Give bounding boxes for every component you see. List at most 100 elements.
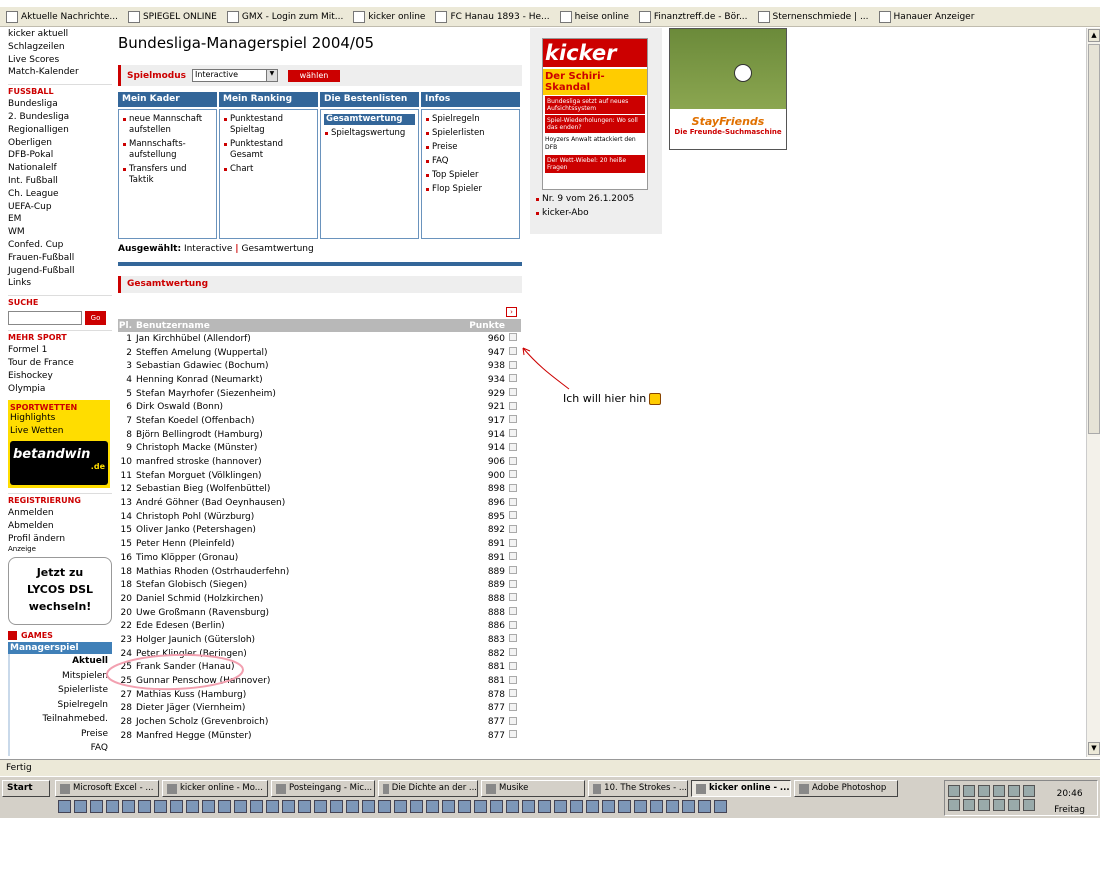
quick-launch-icon[interactable]: [106, 800, 119, 813]
lycos-dsl-ad[interactable]: Jetzt zu LYCOS DSL wechseln!: [8, 557, 112, 626]
team-view-icon[interactable]: [509, 579, 517, 588]
quick-launch-icon[interactable]: [426, 800, 439, 813]
fussball-nav-link[interactable]: Int. Fußball: [8, 175, 112, 188]
bookmark-item[interactable]: Hanauer Anzeiger: [878, 10, 974, 23]
team-view-icon[interactable]: [509, 566, 517, 575]
tray-icon[interactable]: [963, 799, 975, 811]
quick-launch-icon[interactable]: [90, 800, 103, 813]
menu-item[interactable]: Transfers und Taktik: [122, 164, 213, 186]
row-username[interactable]: Stefan Koedel (Offenbach): [136, 414, 469, 428]
team-view-icon[interactable]: [509, 607, 517, 616]
fussball-nav-link[interactable]: Nationalelf: [8, 162, 112, 175]
team-view-icon[interactable]: [509, 730, 517, 739]
team-view-icon[interactable]: [509, 593, 517, 602]
row-username[interactable]: André Göhner (Bad Oeynhausen): [136, 496, 469, 510]
sportwetten-live-link[interactable]: Live Wetten: [10, 425, 108, 438]
tray-icon[interactable]: [1008, 785, 1020, 797]
bookmark-item[interactable]: Aktuelle Nachrichte...: [6, 10, 118, 23]
row-username[interactable]: Jochen Scholz (Grevenbroich): [136, 715, 469, 729]
team-view-icon[interactable]: [509, 388, 517, 397]
team-view-icon[interactable]: [509, 360, 517, 369]
team-view-icon[interactable]: [509, 648, 517, 657]
row-username[interactable]: Stefan Mayrhofer (Siezenheim): [136, 387, 469, 401]
quick-launch-icon[interactable]: [634, 800, 647, 813]
row-username[interactable]: Mathias Kuss (Hamburg): [136, 688, 469, 702]
scroll-up-icon[interactable]: ▲: [1088, 29, 1100, 42]
row-username[interactable]: Peter Henn (Pleinfeld): [136, 537, 469, 551]
bookmark-item[interactable]: FC Hanau 1893 - He...: [435, 10, 550, 23]
tray-icon[interactable]: [978, 799, 990, 811]
team-view-icon[interactable]: [509, 429, 517, 438]
team-view-icon[interactable]: [509, 374, 517, 383]
quick-launch-icon[interactable]: [682, 800, 695, 813]
managerspiel-nav-item[interactable]: Teilnahmebed.: [8, 712, 112, 727]
quick-launch-icon[interactable]: [330, 800, 343, 813]
stayfriends-ad[interactable]: StayFriends Die Freunde-Suchmaschine: [669, 28, 787, 150]
quick-launch-icon[interactable]: [602, 800, 615, 813]
nav-link[interactable]: Match-Kalender: [8, 66, 112, 79]
team-view-icon[interactable]: [509, 347, 517, 356]
managerspiel-nav-item[interactable]: FAQ: [8, 741, 112, 756]
menu-item[interactable]: Punktestand Gesamt: [223, 139, 314, 161]
row-username[interactable]: Uwe Großmann (Ravensburg): [136, 606, 469, 620]
scroll-down-icon[interactable]: ▼: [1088, 742, 1100, 755]
team-view-icon[interactable]: [509, 675, 517, 684]
row-username[interactable]: Mathias Rhoden (Ostrhauderfehn): [136, 565, 469, 579]
team-view-icon[interactable]: [509, 716, 517, 725]
taskbar-button[interactable]: Die Dichte an der ...: [378, 780, 478, 797]
quick-launch-icon[interactable]: [266, 800, 279, 813]
team-view-icon[interactable]: [509, 442, 517, 451]
registrierung-nav-link[interactable]: Anmelden: [8, 507, 112, 520]
quick-launch-icon[interactable]: [138, 800, 151, 813]
bookmark-item[interactable]: SPIEGEL ONLINE: [127, 10, 217, 23]
quick-launch-icon[interactable]: [234, 800, 247, 813]
taskbar-button[interactable]: Posteingang - Mic...: [271, 780, 375, 797]
taskbar-button[interactable]: 10. The Strokes - ...: [588, 780, 688, 797]
row-username[interactable]: Dirk Oswald (Bonn): [136, 400, 469, 414]
fussball-nav-link[interactable]: 2. Bundesliga: [8, 111, 112, 124]
menu-column-heading[interactable]: Die Bestenlisten: [320, 92, 419, 107]
taskbar-button[interactable]: Microsoft Excel - ...: [55, 780, 159, 797]
team-view-icon[interactable]: [509, 401, 517, 410]
managerspiel-nav-item[interactable]: Spielregeln: [8, 697, 112, 713]
menu-item[interactable]: FAQ: [425, 156, 516, 167]
row-username[interactable]: Stefan Globisch (Siegen): [136, 578, 469, 592]
magazine-cover[interactable]: kicker Der Schiri-Skandal Bundesliga set…: [542, 38, 648, 190]
mehr-sport-nav-link[interactable]: Eishockey: [8, 370, 112, 383]
row-username[interactable]: Steffen Amelung (Wuppertal): [136, 346, 469, 360]
row-username[interactable]: Frank Sander (Hanau): [136, 661, 469, 675]
team-view-icon[interactable]: [509, 483, 517, 492]
nav-link[interactable]: Schlagzeilen: [8, 41, 112, 54]
registrierung-nav-link[interactable]: Profil ändern: [8, 533, 112, 546]
team-view-icon[interactable]: [509, 511, 517, 520]
quick-launch-icon[interactable]: [650, 800, 663, 813]
managerspiel-nav-item[interactable]: Aktuell: [8, 654, 112, 669]
quick-launch-icon[interactable]: [282, 800, 295, 813]
team-view-icon[interactable]: [509, 634, 517, 643]
tray-icon[interactable]: [1008, 799, 1020, 811]
team-view-icon[interactable]: [509, 538, 517, 547]
nav-link[interactable]: Live Scores: [8, 54, 112, 67]
tray-icon[interactable]: [963, 785, 975, 797]
tray-icon[interactable]: [993, 799, 1005, 811]
quick-launch-icon[interactable]: [170, 800, 183, 813]
menu-item[interactable]: Mannschafts-aufstellung: [122, 139, 213, 161]
quick-launch-icon[interactable]: [410, 800, 423, 813]
row-username[interactable]: Timo Klöpper (Gronau): [136, 551, 469, 565]
team-view-icon[interactable]: [509, 524, 517, 533]
fussball-nav-link[interactable]: Ch. League: [8, 188, 112, 201]
fussball-nav-link[interactable]: DFB-Pokal: [8, 149, 112, 162]
start-button[interactable]: Start: [2, 780, 50, 797]
sportwetten-highlights-link[interactable]: Highlights: [10, 412, 108, 425]
kicker-abo-link[interactable]: kicker-Abo: [536, 208, 589, 218]
menu-item[interactable]: Spielregeln: [425, 114, 516, 125]
chevron-down-icon[interactable]: ▼: [265, 70, 277, 81]
taskbar-button[interactable]: kicker online - Mo...: [162, 780, 268, 797]
menu-item[interactable]: Spieltagswertung: [324, 128, 415, 139]
team-view-icon[interactable]: [509, 620, 517, 629]
team-view-icon[interactable]: [509, 552, 517, 561]
quick-launch-icon[interactable]: [538, 800, 551, 813]
vertical-scrollbar[interactable]: ▲ ▼: [1086, 28, 1100, 757]
managerspiel-nav-item[interactable]: Preise: [8, 726, 112, 742]
row-username[interactable]: manfred stroske (hannover): [136, 455, 469, 469]
